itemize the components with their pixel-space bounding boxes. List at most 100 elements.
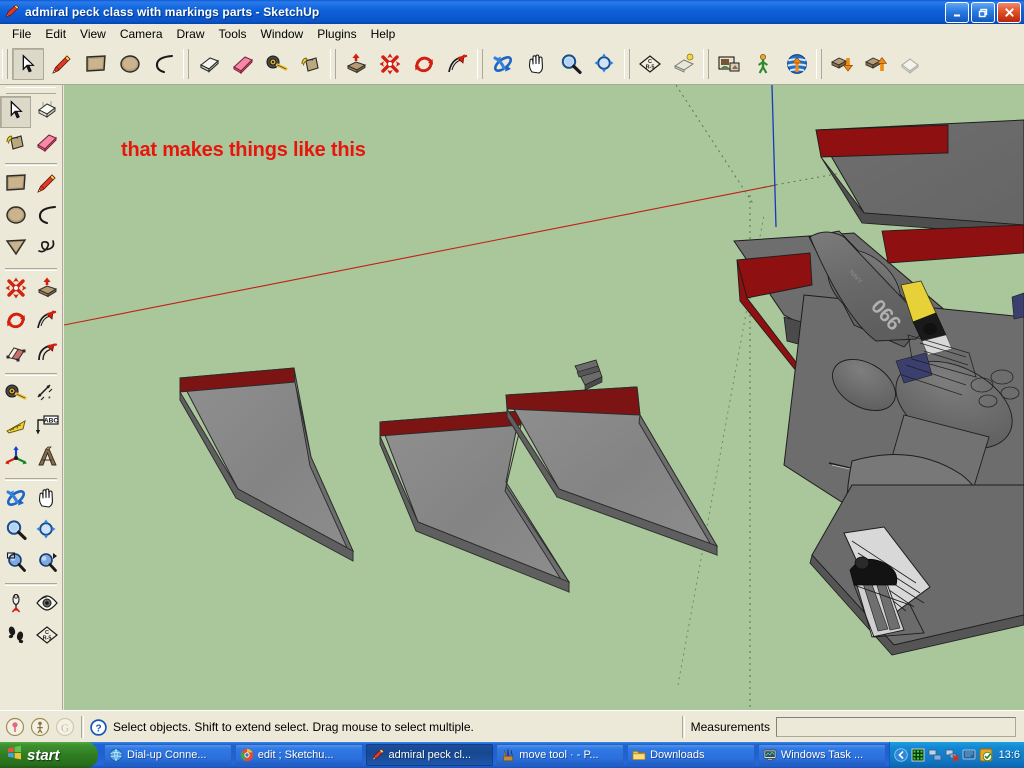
toolbar-grip[interactable] — [6, 87, 56, 94]
taskbar-item-task-manager[interactable]: Windows Task ... — [758, 744, 886, 766]
taskbar-item-edit-sketchup[interactable]: edit ; Sketchu... — [235, 744, 363, 766]
toolbar-button-paint-bucket[interactable] — [295, 48, 327, 80]
toolbar-grip[interactable] — [816, 49, 822, 79]
toolbar-button-shadow[interactable] — [668, 48, 700, 80]
left-tool-push-pull[interactable] — [31, 274, 62, 306]
left-tool-rotate[interactable] — [0, 306, 31, 338]
left-tool-look-around-eye[interactable] — [31, 589, 62, 621]
left-tool-previous-view[interactable] — [31, 548, 62, 580]
taskbar-clock[interactable]: 13:6 — [999, 749, 1020, 761]
menu-tools[interactable]: Tools — [212, 25, 254, 43]
toolbar-button-zoom-magnifier[interactable] — [555, 48, 587, 80]
toolbar-button-move[interactable] — [374, 48, 406, 80]
toolbar-button-model-house[interactable] — [894, 48, 926, 80]
toolbar-button-geolocation-globe[interactable] — [781, 48, 813, 80]
blue-monitor-icon[interactable] — [962, 748, 976, 762]
left-tool-follow-me[interactable] — [31, 306, 62, 338]
left-tool-dimension[interactable]: * — [31, 379, 62, 411]
left-tool-protractor[interactable] — [0, 411, 31, 443]
left-tool-arc[interactable] — [31, 201, 62, 233]
wing-panel-left[interactable] — [180, 368, 353, 561]
wing-panel-right[interactable] — [506, 387, 717, 555]
left-tool-polygon[interactable] — [0, 233, 31, 265]
geo-pin-icon[interactable] — [5, 717, 25, 737]
left-tool-axes[interactable] — [0, 443, 31, 475]
small-fragment[interactable] — [575, 360, 602, 390]
toolbar-button-select-arrow[interactable] — [12, 48, 44, 80]
toolbar-button-scene-photo[interactable] — [713, 48, 745, 80]
left-tool-make-component[interactable] — [31, 96, 62, 128]
menu-help[interactable]: Help — [364, 25, 403, 43]
left-tool-tape-measure[interactable] — [0, 379, 31, 411]
toolbar-button-tape-measure[interactable] — [261, 48, 293, 80]
close-button[interactable] — [997, 2, 1021, 23]
left-tool-text-abc[interactable]: ABC — [31, 411, 62, 443]
geo-person-icon[interactable] — [30, 717, 50, 737]
left-tool-section-plane[interactable]: CR-5 — [31, 621, 62, 653]
toolbar-grip[interactable] — [703, 49, 709, 79]
menu-draw[interactable]: Draw — [170, 25, 212, 43]
question-mark-icon[interactable]: ? — [90, 719, 107, 736]
taskbar-item-admiral-peck[interactable]: admiral peck cl... — [366, 744, 494, 766]
menu-window[interactable]: Window — [254, 25, 311, 43]
left-tool-offset[interactable] — [31, 338, 62, 370]
3d-viewport[interactable]: 066 NAVY — [64, 85, 1024, 710]
geo-google-icon[interactable]: G — [55, 717, 75, 737]
toolbar-button-arc[interactable] — [148, 48, 180, 80]
left-tool-zoom-window[interactable] — [0, 548, 31, 580]
left-tool-line-pencil[interactable] — [31, 169, 62, 201]
toolbar-button-follow-me[interactable] — [442, 48, 474, 80]
menu-view[interactable]: View — [73, 25, 113, 43]
toolbar-grip[interactable] — [624, 49, 630, 79]
left-tool-zoom-magnifier[interactable] — [0, 516, 31, 548]
left-tool-three-d-text[interactable] — [31, 443, 62, 475]
toolbar-button-circle[interactable] — [114, 48, 146, 80]
toolbar-button-component-upload[interactable] — [860, 48, 892, 80]
left-tool-position-camera[interactable] — [0, 589, 31, 621]
left-tool-circle[interactable] — [0, 201, 31, 233]
toolbar-grip[interactable] — [330, 49, 336, 79]
left-tool-pan-hand[interactable] — [31, 484, 62, 516]
toolbar-grip[interactable] — [477, 49, 483, 79]
menu-camera[interactable]: Camera — [113, 25, 170, 43]
left-tool-walk-footprints[interactable] — [0, 621, 31, 653]
menu-edit[interactable]: Edit — [38, 25, 73, 43]
antivirus-shield-icon[interactable] — [979, 748, 993, 762]
measurements-input[interactable] — [776, 717, 1016, 737]
toolbar-button-eraser-white[interactable] — [193, 48, 225, 80]
green-grid-icon[interactable] — [911, 748, 925, 762]
left-tool-scale[interactable] — [0, 338, 31, 370]
toolbar-button-component-download[interactable] — [826, 48, 858, 80]
left-tool-move[interactable] — [0, 274, 31, 306]
left-tool-zoom-extents[interactable] — [31, 516, 62, 548]
left-tool-select-arrow[interactable] — [0, 96, 31, 128]
toolbar-button-zoom-extents[interactable] — [589, 48, 621, 80]
toolbar-button-walk-person[interactable] — [747, 48, 779, 80]
taskbar-item-dialup[interactable]: Dial-up Conne... — [104, 744, 232, 766]
toolbar-grip[interactable] — [183, 49, 189, 79]
start-button[interactable]: start — [0, 742, 98, 768]
taskbar-item-downloads[interactable]: Downloads — [627, 744, 755, 766]
network-icon[interactable] — [928, 748, 942, 762]
network-disconnected-icon[interactable] — [945, 748, 959, 762]
toolbar-button-rectangle[interactable] — [80, 48, 112, 80]
toolbar-button-pan-hand[interactable] — [521, 48, 553, 80]
left-tool-paint-bucket[interactable] — [0, 128, 31, 160]
menu-plugins[interactable]: Plugins — [310, 25, 363, 43]
tray-expand-chevron-icon[interactable] — [894, 748, 908, 762]
toolbar-grip[interactable] — [2, 49, 8, 79]
taskbar-item-move-tool[interactable]: move tool · - P... — [496, 744, 624, 766]
minimize-button[interactable] — [945, 2, 969, 23]
menu-file[interactable]: File — [5, 25, 38, 43]
left-tool-freehand[interactable] — [31, 233, 62, 265]
toolbar-button-line-pencil[interactable] — [46, 48, 78, 80]
left-tool-orbit[interactable] — [0, 484, 31, 516]
toolbar-button-push-pull[interactable] — [340, 48, 372, 80]
toolbar-button-rotate[interactable] — [408, 48, 440, 80]
left-tool-eraser-pink[interactable] — [31, 128, 62, 160]
left-tool-rectangle[interactable] — [0, 169, 31, 201]
toolbar-button-section-plane[interactable]: CR-5 — [634, 48, 666, 80]
toolbar-button-orbit[interactable] — [487, 48, 519, 80]
restore-button[interactable] — [971, 2, 995, 23]
toolbar-button-eraser-pink[interactable] — [227, 48, 259, 80]
